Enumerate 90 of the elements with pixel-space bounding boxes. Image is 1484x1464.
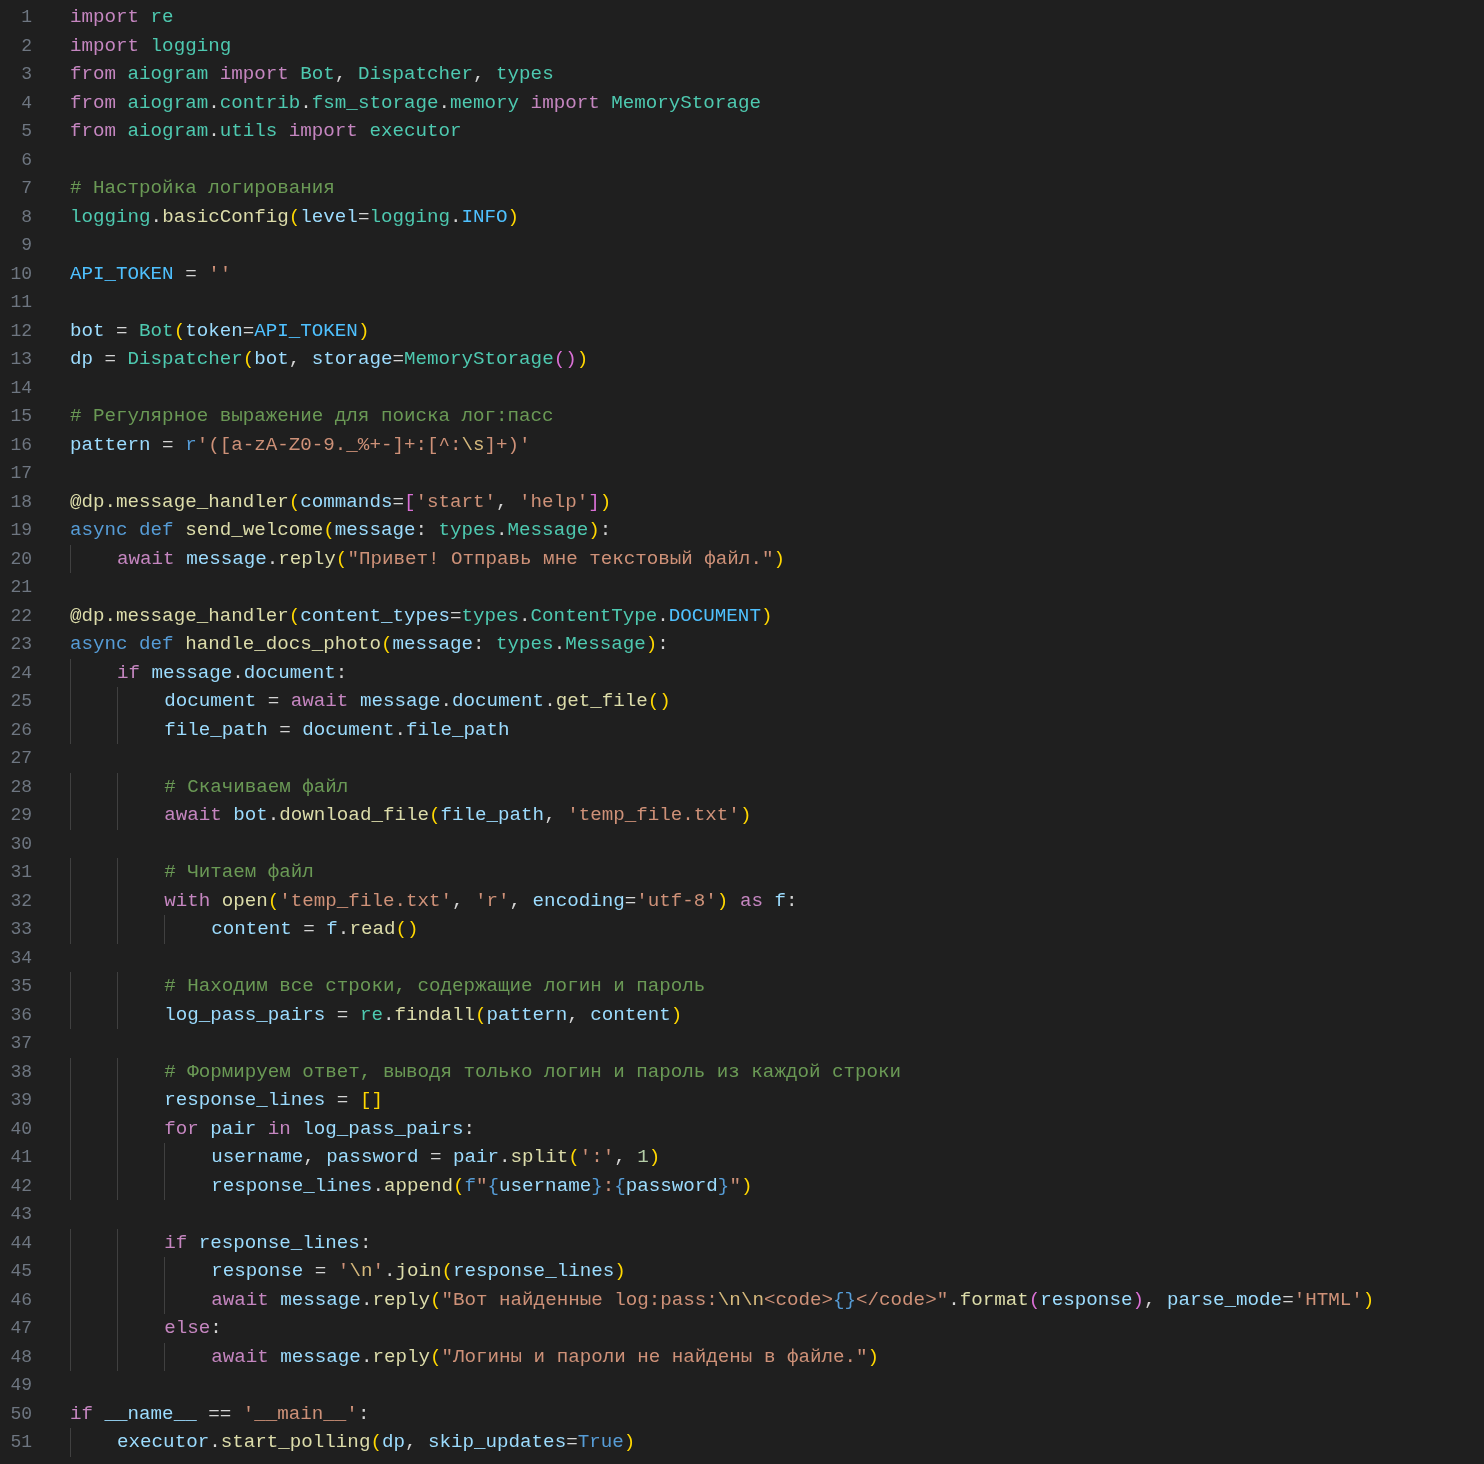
code-line: else: (70, 1314, 222, 1343)
code-line: import logging (70, 33, 232, 59)
line-number: 50 (9, 1402, 32, 1426)
code-line: bot = Bot(token=API_TOKEN) (70, 318, 370, 344)
line-number: 2 (20, 34, 32, 58)
line-number: 13 (9, 348, 32, 371)
code-line: # Формируем ответ, выводя только логин и пароль из каждой строки (70, 1057, 902, 1086)
code-line: pattern = r'([a-zA-Z0-9._%+-]+:[^:\s]+)' (70, 432, 531, 458)
line-number: 27 (9, 747, 32, 770)
code-line: executor.start_polling(dp, skip_updates=True) (70, 1428, 636, 1457)
line-number: 5 (20, 120, 32, 143)
line-number: 44 (9, 1231, 32, 1255)
code-line: # Скачиваем файл (70, 772, 349, 801)
line-number: 41 (9, 1146, 32, 1169)
code-line: @dp.message_handler(commands=['start', 'help']) (70, 489, 612, 515)
line-number: 32 (9, 889, 32, 913)
line-number: 47 (9, 1317, 32, 1340)
code-line: await message.reply("Логины и пароли не найдены в файле.") (70, 1342, 880, 1371)
code-line: # Настройка логирования (70, 176, 335, 201)
code-line: from aiogram.utils import executor (70, 119, 462, 144)
line-number: 36 (9, 1003, 32, 1027)
line-number: 35 (9, 975, 32, 998)
line-number: 49 (9, 1374, 32, 1397)
line-number: 22 (9, 604, 32, 628)
code-line: import re (70, 5, 174, 30)
code-line: response = '\n'.join(response_lines) (70, 1257, 626, 1286)
line-number: 48 (9, 1345, 32, 1369)
code-line: document = await message.document.get_file() (70, 687, 671, 716)
line-number: 31 (9, 861, 32, 884)
code-line: file_path = document.file_path (70, 715, 510, 744)
line-number: 38 (9, 1060, 32, 1084)
line-number: 26 (9, 718, 32, 742)
line-number: 8 (20, 205, 32, 229)
code-line: from aiogram.contrib.fsm_storage.memory import MemoryStorage (70, 90, 761, 116)
code-line: if message.document: (70, 658, 348, 687)
line-number: 24 (9, 661, 32, 685)
code-line: response_lines = [] (70, 1086, 383, 1115)
line-number: 23 (9, 633, 32, 656)
line-number: 18 (9, 490, 32, 514)
code-line: if response_lines: (70, 1228, 372, 1257)
line-number: 34 (9, 946, 32, 970)
code-line: from aiogram import Bot, Dispatcher, types (70, 62, 554, 87)
code-line: logging.basicConfig(level=logging.INFO) (70, 204, 520, 230)
line-number: 9 (20, 234, 32, 257)
line-number: 1 (20, 6, 32, 29)
line-number: 6 (20, 148, 32, 172)
code-line: content = f.read() (70, 915, 419, 944)
line-number: 21 (9, 576, 32, 599)
line-number: 15 (9, 405, 32, 428)
code-line: with open('temp_file.txt', 'r', encoding='utf-8') as f: (70, 886, 798, 915)
line-number: 19 (9, 519, 32, 542)
line-number: 29 (9, 804, 32, 827)
line-number: 14 (9, 376, 32, 400)
code-line: async def handle_docs_photo(message: types.Message): (70, 632, 669, 657)
line-number: 46 (9, 1288, 32, 1312)
code-line: log_pass_pairs = re.findall(pattern, content) (70, 1000, 683, 1029)
line-number: 20 (9, 547, 32, 571)
line-number: 33 (9, 918, 32, 941)
code-line: await bot.download_file(file_path, 'temp_file.txt') (70, 801, 752, 830)
line-number: 3 (20, 63, 32, 86)
line-number: 4 (20, 91, 32, 115)
line-number: 7 (20, 177, 32, 200)
line-number: 16 (9, 433, 32, 457)
line-number: 42 (9, 1174, 32, 1198)
line-number: 17 (9, 462, 32, 485)
code-line: await message.reply("Привет! Отправь мне текстовый файл.") (70, 544, 785, 573)
line-number: 30 (9, 832, 32, 856)
line-number: 10 (9, 262, 32, 286)
line-number: 51 (9, 1431, 32, 1454)
line-number: 11 (9, 291, 32, 314)
code-line: await message.reply("Вот найденные log:pass:\n\n<code>{}</code>".format(response), parse_mode='HTML') (70, 1285, 1375, 1314)
line-number: 28 (9, 775, 32, 799)
code-line: async def send_welcome(message: types.Message): (70, 518, 612, 543)
line-number: 12 (9, 319, 32, 343)
line-number: 40 (9, 1117, 32, 1141)
code-line: # Читаем файл (70, 858, 314, 887)
code-line: # Регулярное выражение для поиска лог:пасс (70, 404, 554, 429)
code-line: response_lines.append(f"{username}:{password}") (70, 1171, 753, 1200)
code-line: API_TOKEN = '' (70, 261, 232, 287)
line-number: 43 (9, 1203, 32, 1226)
line-number: 37 (9, 1032, 32, 1055)
code-line: # Находим все строки, содержащие логин и пароль (70, 972, 706, 1001)
code-line: if __name__ == '__main__': (70, 1401, 370, 1427)
line-number: 25 (9, 690, 32, 713)
code-line: @dp.message_handler(content_types=types.ContentType.DOCUMENT) (70, 603, 773, 629)
code-line: username, password = pair.split(':', 1) (70, 1143, 661, 1172)
line-number: 39 (9, 1089, 32, 1112)
code-line: dp = Dispatcher(bot, storage=MemoryStorage()) (70, 347, 589, 372)
line-number: 45 (9, 1260, 32, 1283)
code-line: for pair in log_pass_pairs: (70, 1114, 476, 1143)
